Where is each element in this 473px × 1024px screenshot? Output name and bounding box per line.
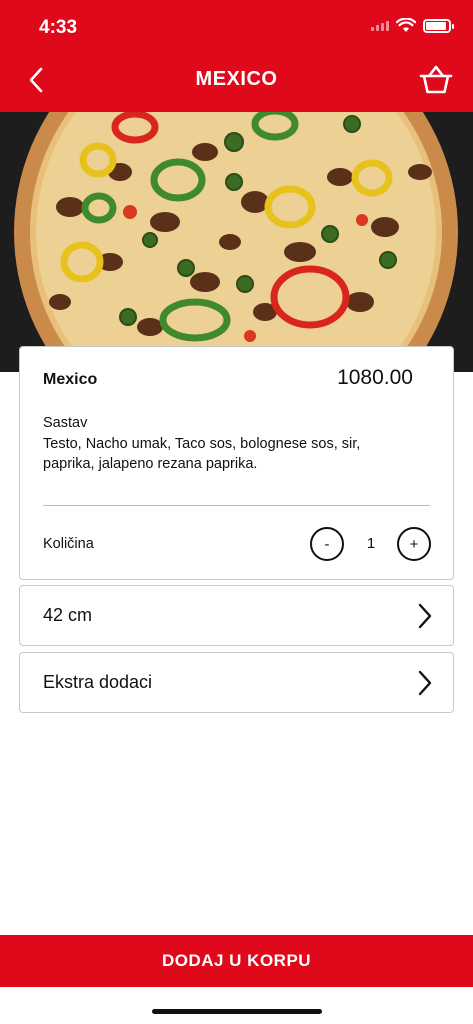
size-option-row[interactable]: 42 cm <box>19 585 454 646</box>
signal-icon <box>371 20 389 31</box>
product-image <box>0 112 473 372</box>
basket-icon <box>419 65 453 94</box>
pizza-illustration <box>0 112 473 372</box>
plus-icon: + <box>409 535 419 553</box>
chevron-right-icon <box>418 603 432 629</box>
page-title: MEXICO <box>195 68 278 90</box>
quantity-value: 1 <box>366 535 376 552</box>
quantity-label: Količina <box>43 536 94 552</box>
status-icons <box>371 18 454 33</box>
extras-option-label: Ekstra dodaci <box>43 672 153 692</box>
product-name: Mexico <box>43 371 98 388</box>
quantity-increase-button[interactable]: + <box>397 527 431 561</box>
quantity-decrease-button[interactable]: - <box>310 527 344 561</box>
app-header: 4:33 MEXICO <box>0 0 473 112</box>
add-to-cart-button[interactable]: DODAJ U KORPU <box>0 935 473 987</box>
product-info-card: Mexico 1080.00 Sastav Testo, Nacho umak,… <box>19 346 454 580</box>
ingredients-text: Testo, Nacho umak, Taco sos, bolognese s… <box>43 436 361 472</box>
extras-option-row[interactable]: Ekstra dodaci <box>19 652 454 713</box>
battery-icon <box>423 18 454 33</box>
divider <box>43 505 430 506</box>
minus-icon: - <box>324 535 330 553</box>
status-time: 4:33 <box>39 17 78 38</box>
wifi-icon <box>396 18 416 32</box>
product-price: 1080.00 <box>337 366 413 389</box>
ingredients-label: Sastav <box>43 415 88 431</box>
chevron-right-icon <box>418 670 432 696</box>
cart-button[interactable] <box>417 62 455 98</box>
home-indicator[interactable] <box>152 1009 322 1014</box>
size-option-label: 42 cm <box>43 605 93 625</box>
